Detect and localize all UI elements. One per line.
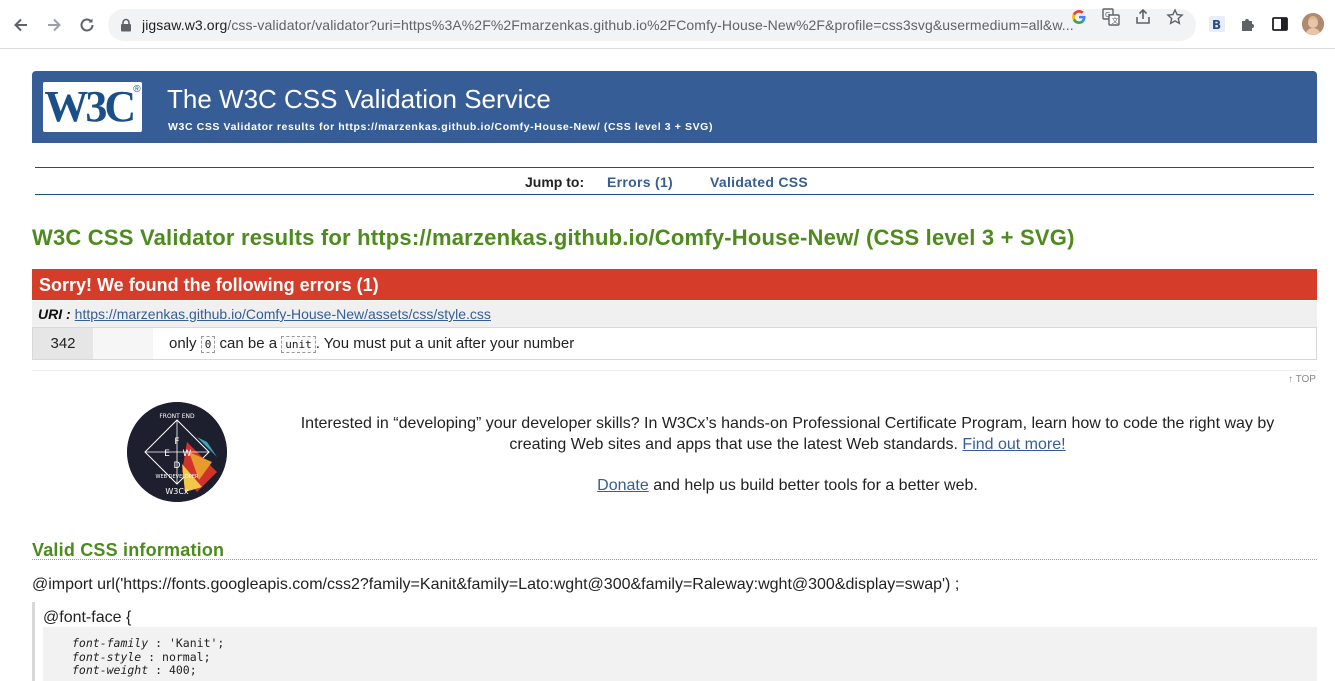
error-code-zero: 0 bbox=[200, 336, 216, 353]
w3c-logo[interactable]: W3C ® bbox=[43, 82, 142, 132]
jump-validated-css-link[interactable]: Validated CSS bbox=[710, 174, 808, 190]
prop-value: 'Kanit'; bbox=[168, 636, 225, 650]
registered-mark: ® bbox=[133, 83, 141, 95]
declaration-row: font-family : 'Kanit'; bbox=[72, 636, 225, 650]
uri-row: URI : https://marzenkas.github.io/Comfy-H… bbox=[32, 301, 1317, 327]
badge-top-text: FRONT END bbox=[159, 413, 195, 420]
reload-button[interactable] bbox=[74, 12, 100, 38]
error-message: only 0 can be a unit. You must put a uni… bbox=[169, 335, 575, 353]
error-line-number: 342 bbox=[33, 328, 93, 359]
forward-arrow-icon bbox=[48, 18, 61, 32]
url-path: /css-validator/validator?uri=https%3A%2F… bbox=[227, 17, 1074, 33]
prop-value: normal; bbox=[162, 649, 211, 664]
extensions-puzzle-icon[interactable] bbox=[1238, 14, 1258, 34]
google-icon[interactable] bbox=[1070, 8, 1088, 26]
svg-text:E: E bbox=[164, 449, 170, 459]
stylesheet-uri-link[interactable]: https://marzenkas.github.io/Comfy-House-… bbox=[75, 306, 491, 322]
reload-icon bbox=[80, 18, 94, 32]
translate-icon[interactable]: G文 bbox=[1102, 8, 1120, 26]
extension-b-icon[interactable]: B bbox=[1207, 14, 1227, 34]
font-face-declarations: font-family : 'Kanit'; font-style : norm… bbox=[43, 627, 1317, 681]
declaration-row: font-style : normal; bbox=[72, 649, 211, 664]
svg-text:G: G bbox=[1105, 11, 1110, 19]
section-divider bbox=[32, 370, 1317, 371]
prop-name: font-weight bbox=[72, 663, 149, 677]
prop-value: 400; bbox=[168, 663, 197, 677]
promo-text: Interested in “developing” your develope… bbox=[295, 413, 1280, 455]
svg-text:B: B bbox=[1212, 18, 1221, 32]
side-panel-icon[interactable] bbox=[1270, 14, 1290, 34]
donate-body: and help us build better tools for a bet… bbox=[653, 477, 978, 494]
svg-text:文: 文 bbox=[1112, 16, 1119, 25]
forward-button[interactable] bbox=[41, 12, 67, 38]
font-face-selector: @font-face { bbox=[43, 609, 132, 626]
lock-icon bbox=[120, 18, 132, 37]
donate-text: Donate and help us build better tools fo… bbox=[295, 477, 1280, 495]
badge-bottom-text: WEB DEVELOPER bbox=[156, 474, 199, 480]
font-face-block: @font-face { font-family : 'Kanit'; font… bbox=[32, 602, 1317, 681]
error-msg-mid: can be a bbox=[219, 335, 278, 352]
w3cx-badge-logo[interactable]: F E W D FRONT END WEB DEVELOPER W3Cx bbox=[127, 402, 227, 502]
donate-link[interactable]: Donate bbox=[597, 477, 649, 494]
svg-text:F: F bbox=[174, 437, 179, 447]
declaration-row: font-weight : 400; bbox=[72, 663, 197, 677]
jump-label: Jump to: bbox=[525, 174, 585, 190]
svg-text:W: W bbox=[183, 449, 192, 459]
svg-text:D: D bbox=[174, 461, 181, 471]
bookmark-star-icon[interactable] bbox=[1166, 8, 1184, 26]
error-msg-suffix: . You must put a unit after your number bbox=[315, 335, 575, 352]
back-to-top-link[interactable]: ↑ TOP bbox=[1288, 374, 1316, 385]
valid-css-heading: Valid CSS information bbox=[32, 540, 1317, 560]
uri-label: URI : bbox=[38, 306, 71, 322]
address-bar[interactable]: jigsaw.w3.org/css-validator/validator?ur… bbox=[108, 9, 1196, 41]
url-text: jigsaw.w3.org/css-validator/validator?ur… bbox=[142, 17, 1166, 33]
profile-avatar[interactable] bbox=[1302, 13, 1324, 35]
error-context-cell bbox=[93, 328, 153, 359]
page-subtitle: W3C CSS Validator results for https://ma… bbox=[168, 121, 714, 133]
share-icon[interactable] bbox=[1134, 8, 1152, 26]
w3c-logo-text: W3C bbox=[44, 82, 136, 131]
header-banner: W3C ® The W3C CSS Validation Service W3C … bbox=[32, 71, 1317, 143]
error-code-unit: unit bbox=[281, 336, 316, 353]
back-button[interactable] bbox=[8, 12, 34, 38]
back-arrow-icon bbox=[14, 18, 27, 32]
promo-body: Interested in “developing” your develope… bbox=[300, 415, 1275, 453]
import-rule: @import url('https://fonts.googleapis.co… bbox=[32, 576, 960, 593]
prop-name: font-style bbox=[72, 649, 142, 664]
url-host: jigsaw.w3.org bbox=[142, 17, 228, 33]
jump-errors-link[interactable]: Errors (1) bbox=[607, 174, 673, 190]
find-out-more-link[interactable]: Find out more! bbox=[962, 436, 1065, 453]
error-msg-prefix: only bbox=[169, 335, 197, 352]
badge-w3cx-text: W3Cx bbox=[165, 487, 189, 496]
prop-name: font-family bbox=[72, 636, 149, 650]
browser-toolbar: jigsaw.w3.org/css-validator/validator?ur… bbox=[0, 0, 1335, 49]
errors-heading: Sorry! We found the following errors (1) bbox=[32, 269, 1317, 300]
page-title: The W3C CSS Validation Service bbox=[167, 84, 551, 114]
results-heading: W3C CSS Validator results for https://ma… bbox=[32, 225, 1075, 250]
jump-nav: Jump to: Errors (1) Validated CSS bbox=[35, 167, 1314, 195]
error-row: 342 only 0 can be a unit. You must put a… bbox=[32, 327, 1317, 360]
